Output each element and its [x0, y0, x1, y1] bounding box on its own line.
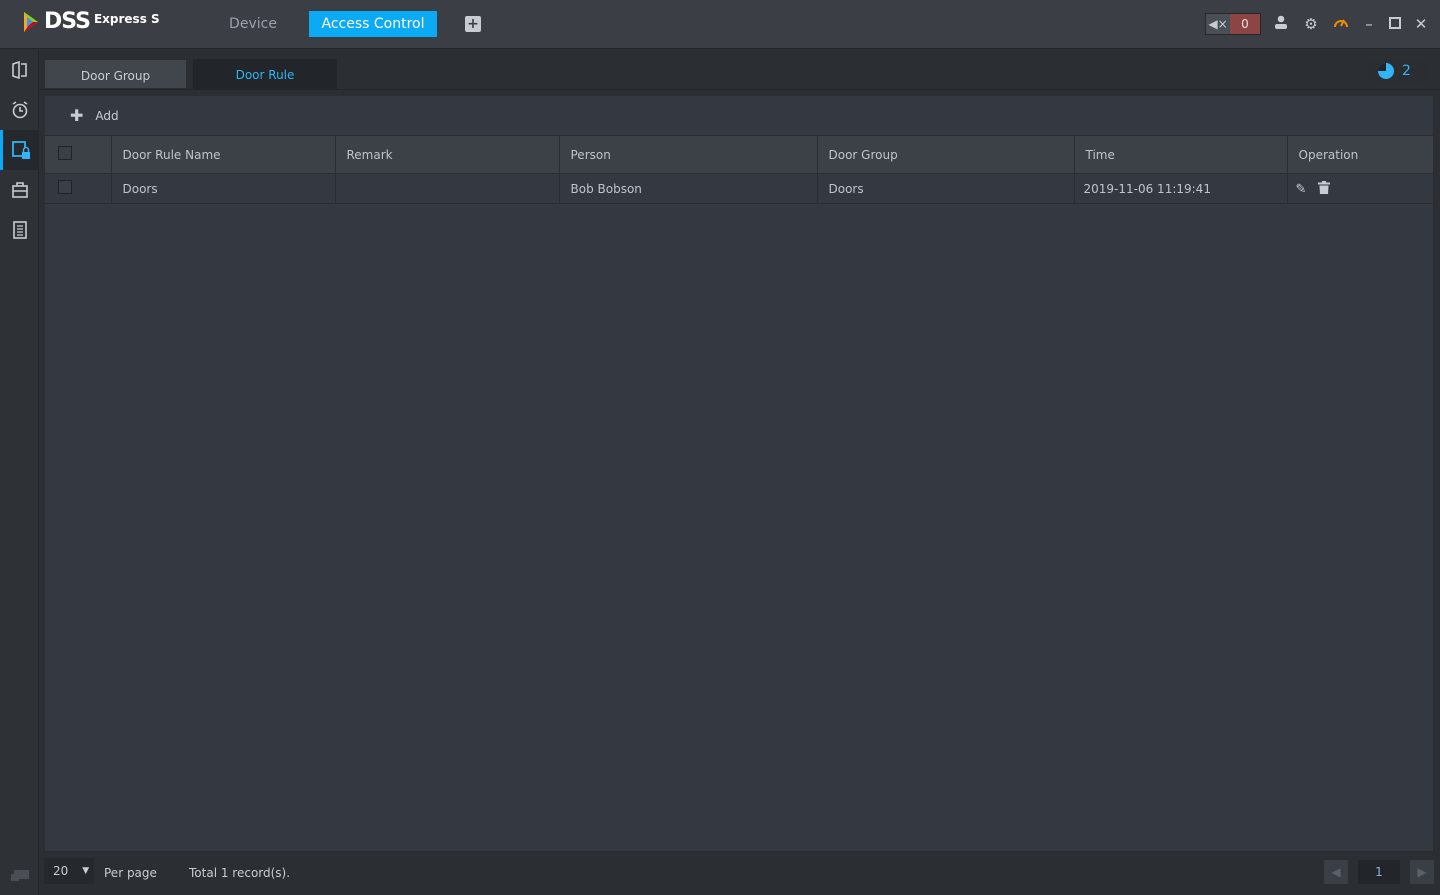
minimize-icon[interactable]: –: [1360, 15, 1378, 33]
page-number-input[interactable]: 1: [1358, 860, 1400, 884]
cell-operation: ✎: [1287, 173, 1434, 204]
task-badge[interactable]: 2: [1367, 59, 1427, 83]
cell-time: 2019-11-06 11:19:41: [1074, 173, 1288, 204]
mute-icon[interactable]: ◀×: [1206, 14, 1230, 34]
add-button[interactable]: ✚ Add: [70, 106, 119, 125]
close-icon[interactable]: ✕: [1412, 15, 1430, 33]
add-label: Add: [95, 108, 119, 123]
pagination-bar: 20 ▼ Per page Total 1 record(s). ◀ 1 ▶: [39, 852, 1440, 895]
app-logo: DSS Express S: [22, 10, 160, 34]
plus-icon: ✚: [70, 106, 84, 125]
tab-door-group[interactable]: Door Group: [44, 59, 187, 89]
table-header-row: Door Rule Name Remark Person Door Group …: [45, 135, 1434, 174]
column-header-remark[interactable]: Remark: [335, 135, 560, 174]
delete-trash-icon[interactable]: [1318, 180, 1331, 194]
sidebar-item-door[interactable]: [0, 50, 39, 90]
chevron-down-icon: ▼: [82, 866, 90, 876]
task-count: 2: [1402, 63, 1411, 79]
column-header-operation: Operation: [1287, 135, 1434, 174]
maximize-icon[interactable]: [1386, 15, 1404, 33]
title-bar: DSS Express S Device Access Control + ◀×…: [0, 0, 1440, 49]
per-page-select[interactable]: 20 ▼: [44, 858, 94, 884]
logo-subtext: Express S: [93, 12, 160, 26]
user-icon[interactable]: [1272, 15, 1290, 33]
briefcase-icon: [11, 182, 28, 198]
per-page-value: 20: [53, 864, 69, 878]
sidebar-item-door-rule[interactable]: [0, 130, 39, 170]
sidebar-collapse[interactable]: [0, 855, 39, 895]
card-icon: [10, 870, 29, 881]
row-checkbox[interactable]: [58, 180, 72, 194]
table-row[interactable]: Doors Bob Bobson Doors 2019-11-06 11:19:…: [45, 173, 1434, 204]
total-records: Total 1 record(s).: [189, 866, 291, 880]
select-all-checkbox[interactable]: [58, 146, 72, 160]
door-lock-icon: [12, 141, 30, 159]
alarm-clock-icon: [12, 101, 27, 119]
next-page-button[interactable]: ▶: [1410, 860, 1434, 884]
prev-page-button[interactable]: ◀: [1324, 860, 1348, 884]
per-page-label: Per page: [104, 866, 157, 880]
row-select-cell: [45, 173, 112, 204]
sidebar-item-toolbox[interactable]: [0, 170, 39, 210]
sidebar-item-schedule[interactable]: [0, 90, 39, 130]
cell-person: Bob Bobson: [559, 173, 818, 204]
cell-remark: [335, 173, 560, 204]
select-all-cell: [45, 135, 112, 174]
settings-gear-icon[interactable]: ⚙: [1302, 15, 1320, 33]
speed-gauge-icon[interactable]: [1332, 15, 1350, 33]
column-header-door-group[interactable]: Door Group: [817, 135, 1075, 174]
dss-logo-icon: [24, 12, 38, 32]
alarm-indicator[interactable]: ◀× 0: [1205, 13, 1261, 35]
cell-name: Doors: [111, 173, 336, 204]
door-icon: [11, 61, 27, 79]
document-list-icon: [12, 221, 27, 239]
alarm-count: 0: [1230, 14, 1260, 34]
sidebar-item-log[interactable]: [0, 210, 39, 250]
edit-pencil-icon[interactable]: ✎: [1296, 182, 1307, 197]
column-header-person[interactable]: Person: [559, 135, 818, 174]
pie-progress-icon: [1378, 63, 1394, 79]
nav-tab-device[interactable]: Device: [214, 11, 292, 37]
add-tab-button[interactable]: +: [465, 16, 481, 32]
column-header-name[interactable]: Door Rule Name: [111, 135, 336, 174]
tab-divider: [39, 89, 1440, 90]
tab-door-rule[interactable]: Door Rule: [193, 59, 337, 89]
column-header-time[interactable]: Time: [1074, 135, 1288, 174]
door-rule-table: Door Rule Name Remark Person Door Group …: [45, 135, 1434, 204]
cell-door-group: Doors: [817, 173, 1075, 204]
sidebar: [0, 50, 39, 895]
logo-text: DSS: [44, 9, 91, 34]
door-rule-panel: ✚ Add Door Rule Name Remark Person Door …: [44, 95, 1434, 852]
nav-tab-access-control[interactable]: Access Control: [309, 11, 437, 37]
toolbar: ✚ Add: [45, 96, 1433, 135]
